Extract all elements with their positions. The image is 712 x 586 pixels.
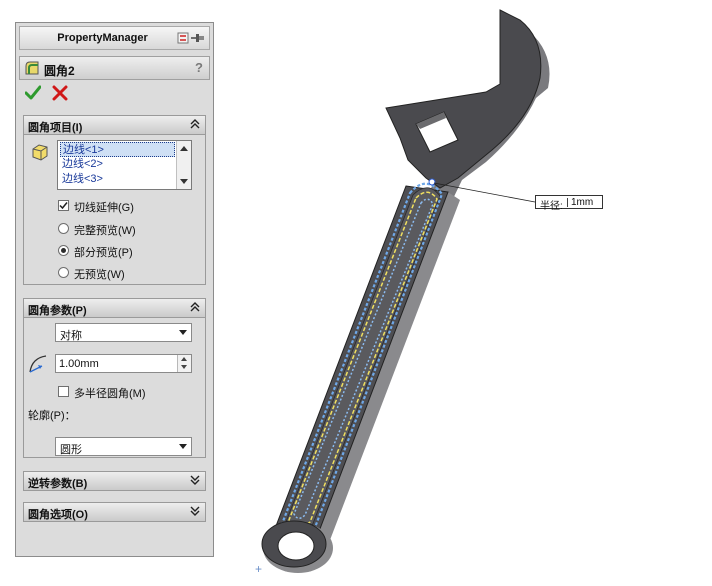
callout-anchor [428,178,436,186]
scroll-up-icon[interactable] [180,145,188,151]
ok-button[interactable] [25,85,41,101]
radio-button[interactable] [58,267,69,278]
expand-chevron-icon[interactable] [189,505,201,517]
property-manager-header: PropertyManager [19,26,210,50]
collapse-chevron-icon[interactable] [189,301,201,313]
edge-selection-icon [32,144,48,161]
radius-callout[interactable]: 半径: 1mm [535,195,603,212]
list-item[interactable]: 边线<1> [60,142,175,157]
fillet-feature-icon [25,61,39,75]
wrench-ring-hole [277,531,315,561]
property-manager-title: PropertyManager [57,32,148,44]
wrench-jaw[interactable] [385,9,542,189]
edges-listbox[interactable]: 边线<1> 边线<2> 边线<3> [57,140,192,190]
list-item[interactable]: 边线<2> [60,157,175,172]
feature-title-bar: 圆角2 ? [19,56,210,80]
pushpin-icon[interactable] [177,31,205,45]
list-item[interactable]: 边线<3> [60,172,175,187]
radius-value: 1.00mm [59,358,99,370]
fillet-options-group[interactable]: 圆角选项(O) [23,502,206,522]
listbox-scrollbar[interactable] [176,141,191,189]
handle-groove [285,187,441,532]
dropdown-arrow-icon[interactable] [179,330,187,335]
origin-icon: + [255,562,263,576]
fillet-params-header[interactable]: 圆角参数(P) [24,299,205,318]
profile-label: 轮廓(P)： [28,410,76,422]
radio-button[interactable] [58,223,69,234]
spin-up-icon[interactable] [181,357,187,361]
fillet-options-header[interactable]: 圆角选项(O) [24,503,205,521]
radius-input[interactable]: 1.00mm [55,354,192,373]
no-preview-label: 无预览(W) [74,269,125,281]
expand-chevron-icon[interactable] [189,474,201,486]
fillet-params-title: 圆角参数(P) [28,305,87,317]
help-icon[interactable]: ? [195,60,203,75]
checkbox-box[interactable] [58,386,69,397]
collapse-chevron-icon[interactable] [189,118,201,130]
fillet-options-title: 圆角选项(O) [28,509,88,521]
spin-down-icon[interactable] [181,365,187,369]
fillet-params-group: 圆角参数(P) 对称 1.00mm 多半径圆角(M) 轮廓(P)： 圆形 [23,298,206,458]
reverse-params-title: 逆转参数(B) [28,478,88,490]
callout-value: 1mm [571,197,594,208]
dropdown-arrow-icon[interactable] [179,444,187,449]
full-preview-label: 完整预览(W) [74,225,136,237]
fillet-method-value: 对称 [60,330,82,342]
check-mark-icon [59,202,68,210]
scroll-down-icon[interactable] [180,179,188,185]
callout-separator [567,198,568,207]
fillet-items-group: 圆角项目(I) 边线<1> 边线<2> 边线<3> 切线延伸(G) 完整预览(W… [23,115,206,285]
reverse-params-group[interactable]: 逆转参数(B) [23,471,206,491]
radio-button-selected[interactable] [58,245,69,256]
tangent-propagation-label: 切线延伸(G) [74,202,134,214]
checkbox-box[interactable] [58,200,69,211]
radius-icon [29,355,47,373]
fillet-items-header[interactable]: 圆角项目(I) [24,116,205,135]
graphics-viewport[interactable] [220,0,712,586]
feature-name: 圆角2 [44,64,75,78]
fillet-items-title: 圆角项目(I) [28,122,83,134]
callout-label: 半径: [540,201,563,212]
property-manager-panel: PropertyManager 圆角2 ? 圆角项目(I) 边线<1> 边线<2… [15,22,214,557]
fillet-method-dropdown[interactable]: 对称 [55,323,192,342]
reverse-params-header[interactable]: 逆转参数(B) [24,472,205,490]
multi-radius-label: 多半径圆角(M) [74,388,146,400]
radius-spinner[interactable] [177,355,191,372]
profile-value: 圆形 [60,444,82,456]
profile-dropdown[interactable]: 圆形 [55,437,192,456]
partial-preview-label: 部分预览(P) [74,247,133,259]
cancel-button[interactable] [52,85,68,101]
